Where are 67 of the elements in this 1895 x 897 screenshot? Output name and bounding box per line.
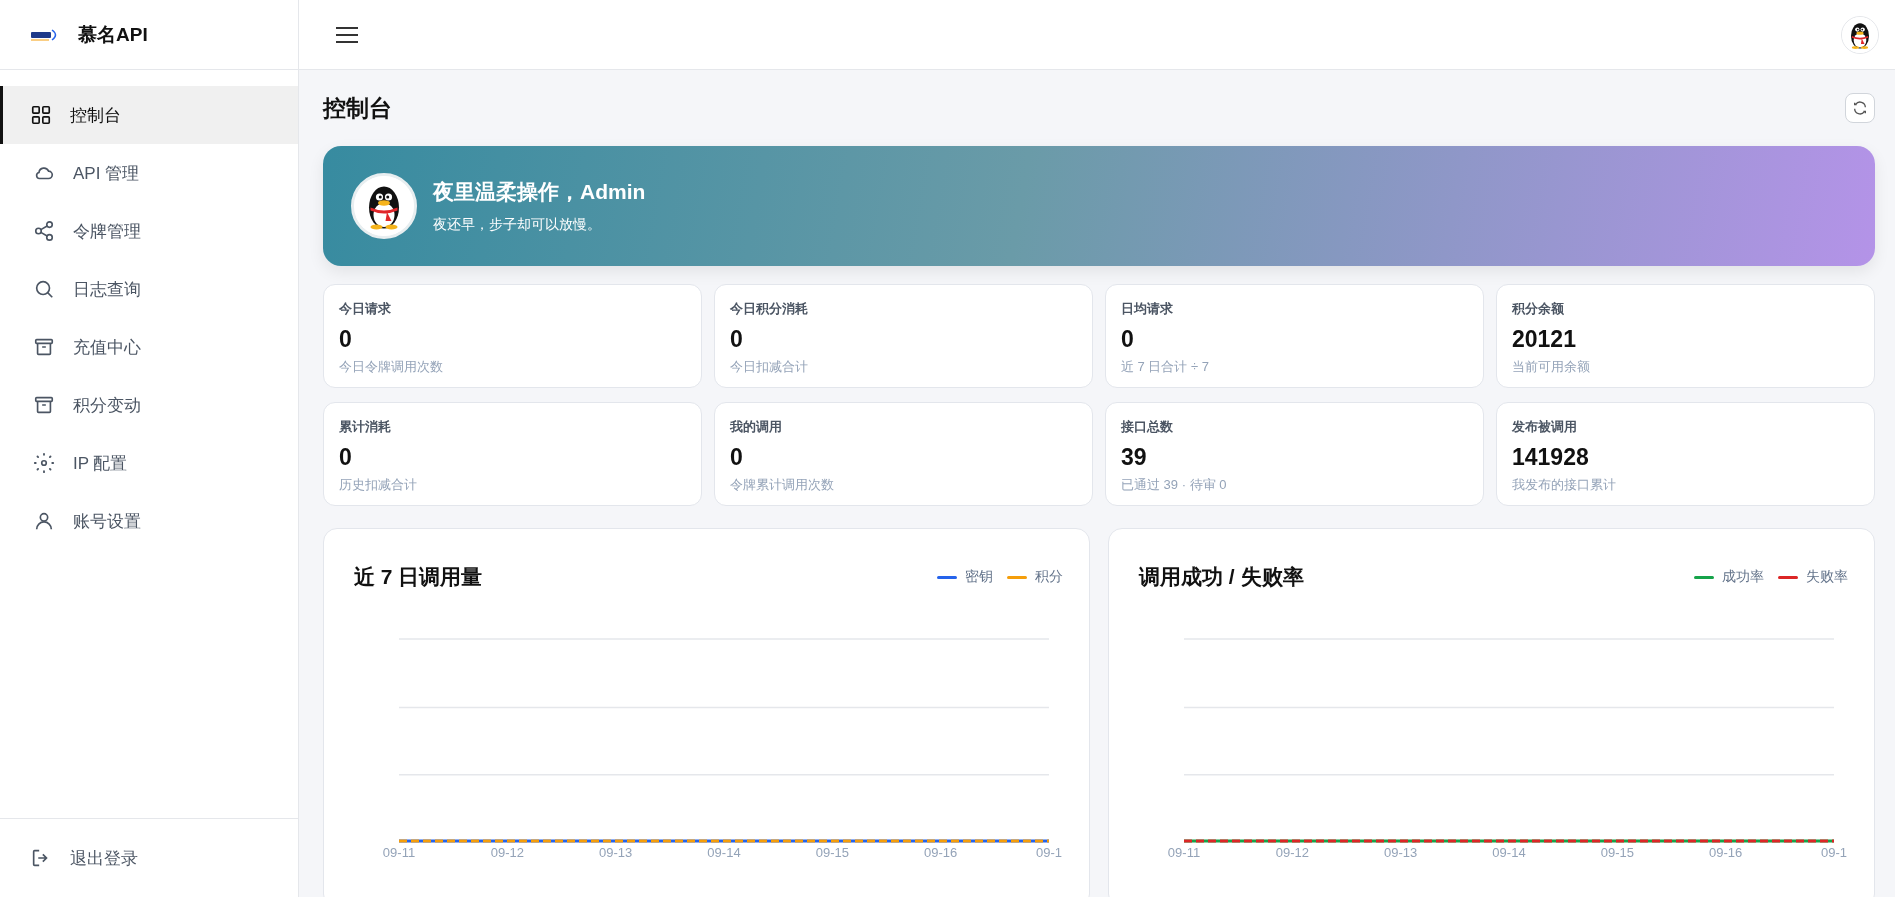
chart-title: 近 7 日调用量: [354, 564, 483, 590]
stat-label: 我的调用: [730, 418, 783, 436]
legend-label: 失败率: [1806, 568, 1848, 586]
sidebar-item[interactable]: API 管理: [0, 144, 298, 202]
user-icon: [33, 510, 55, 532]
stat-note: 当前可用余额: [1512, 357, 1591, 376]
stat-label: 累计消耗: [339, 418, 392, 436]
chart-title: 调用成功 / 失败率: [1139, 564, 1304, 590]
stat-note: 历史扣减合计: [339, 475, 418, 494]
sidebar-item[interactable]: 令牌管理: [0, 202, 298, 260]
legend-label: 密钥: [965, 568, 993, 586]
axis-label: 09-11: [1166, 845, 1202, 860]
axis-label: 09-1: [1819, 845, 1848, 860]
stat-label: 发布被调用: [1512, 418, 1578, 436]
axis-label: 09-13: [1383, 845, 1419, 860]
axis-label: 09-11: [381, 845, 417, 860]
sun-icon: [33, 452, 55, 474]
sidebar-item[interactable]: 账号设置: [0, 492, 298, 550]
sidebar-item[interactable]: IP 配置: [0, 434, 298, 492]
legend-label: 积分: [1035, 568, 1063, 586]
sidebar-item[interactable]: 积分变动: [0, 376, 298, 434]
stat-note: 我发布的接口累计: [1512, 475, 1617, 494]
stat-value: 0: [339, 444, 353, 472]
axis-label: 09-12: [489, 845, 525, 860]
page-title: 控制台: [323, 93, 392, 123]
stat-label: 日均请求: [1121, 300, 1174, 318]
axis-label: 09-14: [706, 845, 742, 860]
stat-value: 39: [1121, 444, 1148, 472]
stat-label: 今日积分消耗: [730, 300, 809, 318]
greeting: 夜里温柔操作，Admin: [433, 179, 646, 205]
legend-label: 成功率: [1722, 568, 1764, 586]
refresh-button[interactable]: [1845, 93, 1875, 123]
stat-value: 0: [339, 326, 353, 354]
greeting-subtitle: 夜还早，步子却可以放慢。: [433, 216, 602, 234]
stat-value: 20121: [1512, 326, 1577, 354]
stat-label: 今日请求: [339, 300, 392, 318]
refresh-icon: [1852, 100, 1868, 116]
brand-name: 慕名API: [78, 22, 148, 47]
menu-icon[interactable]: [335, 24, 359, 45]
archive-icon: [33, 336, 55, 358]
axis-label: 09-13: [598, 845, 634, 860]
stat-value: 0: [1121, 326, 1135, 354]
archive-icon: [33, 394, 55, 416]
axis-label: 09-14: [1491, 845, 1527, 860]
sidebar-item[interactable]: 充值中心: [0, 318, 298, 376]
logout-link[interactable]: 退出登录: [0, 846, 138, 870]
stat-label: 接口总数: [1121, 418, 1174, 436]
stat-note: 今日令牌调用次数: [339, 357, 444, 376]
sidebar-item[interactable]: 控制台: [0, 86, 298, 144]
share-icon: [33, 220, 55, 242]
axis-label: 09-16: [923, 845, 959, 860]
stat-label: 积分余额: [1512, 300, 1565, 318]
stat-note: 已通过 39 · 待审 0: [1121, 475, 1228, 494]
stat-value: 141928: [1512, 444, 1590, 472]
stat-note: 令牌累计调用次数: [730, 475, 835, 494]
axis-label: 09-15: [1599, 845, 1635, 860]
stat-note: 近 7 日合计 ÷ 7: [1121, 357, 1211, 376]
axis-label: 09-12: [1274, 845, 1310, 860]
axis-label: 09-15: [814, 845, 850, 860]
stat-note: 今日扣减合计: [730, 357, 809, 376]
sidebar-item[interactable]: 日志查询: [0, 260, 298, 318]
search-icon: [33, 278, 55, 300]
stat-value: 0: [730, 444, 744, 472]
axis-label: 09-1: [1034, 845, 1063, 860]
axis-label: 09-16: [1708, 845, 1744, 860]
stat-value: 0: [730, 326, 744, 354]
grid-icon: [30, 104, 52, 126]
